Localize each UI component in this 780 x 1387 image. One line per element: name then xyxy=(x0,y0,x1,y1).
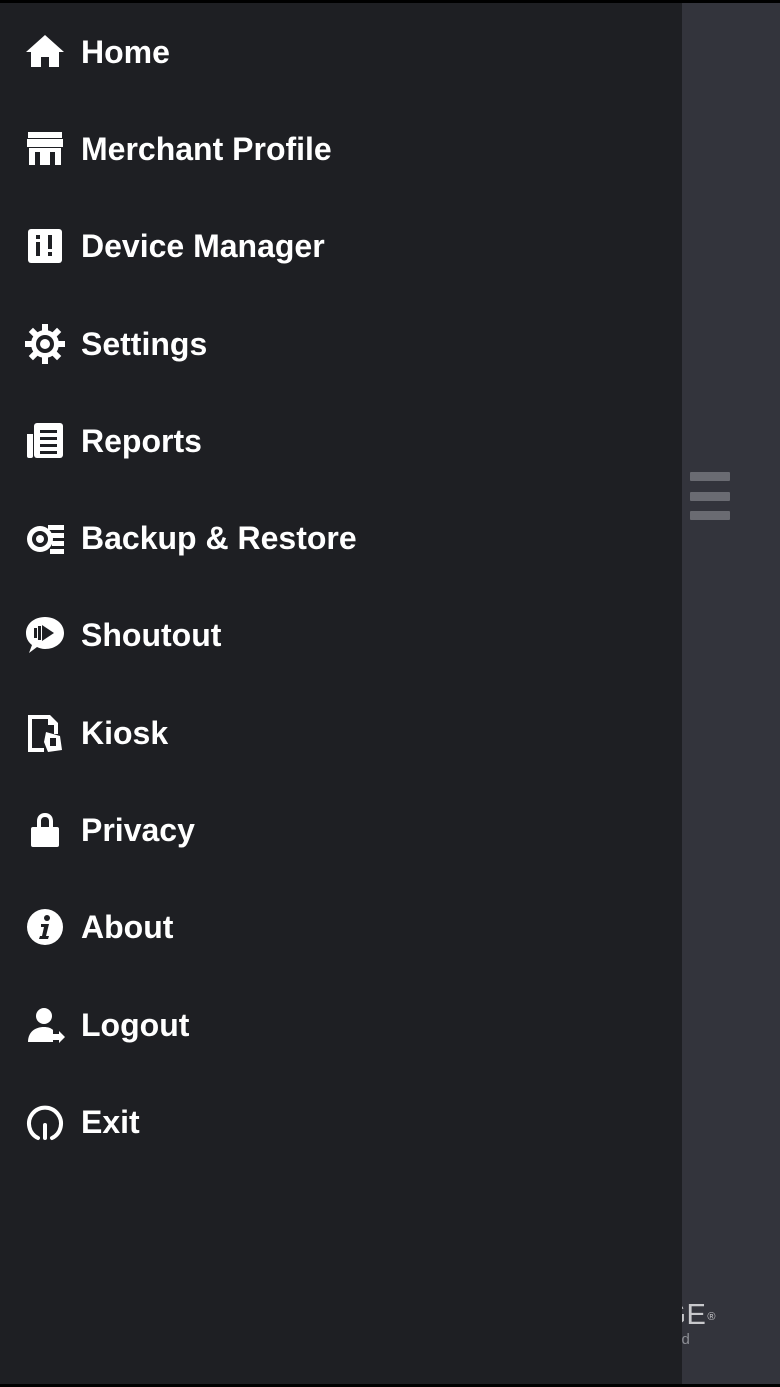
menu-item-about[interactable]: About xyxy=(0,879,682,976)
gear-icon xyxy=(24,323,66,365)
navigation-drawer: Home Merchant Profile Device Manager Set… xyxy=(0,3,682,1384)
menu-item-settings[interactable]: Settings xyxy=(0,295,682,392)
shoutout-icon xyxy=(24,614,66,656)
hamburger-menu-icon[interactable] xyxy=(690,472,730,520)
storefront-icon xyxy=(24,128,66,170)
home-icon xyxy=(24,31,66,73)
menu-item-logout[interactable]: Logout xyxy=(0,976,682,1073)
menu-item-label: Settings xyxy=(81,325,208,362)
menu-item-home[interactable]: Home xyxy=(0,3,682,100)
menu-item-label: Backup & Restore xyxy=(81,520,357,557)
menu-item-privacy[interactable]: Privacy xyxy=(0,781,682,878)
info-icon xyxy=(24,906,66,948)
menu-item-label: Shoutout xyxy=(81,617,222,654)
device-manager-icon xyxy=(24,225,66,267)
menu-item-backup-restore[interactable]: Backup & Restore xyxy=(0,489,682,586)
menu-item-reports[interactable]: Reports xyxy=(0,392,682,489)
menu-item-merchant-profile[interactable]: Merchant Profile xyxy=(0,100,682,197)
menu-item-label: Exit xyxy=(81,1103,140,1140)
logout-icon xyxy=(24,1004,66,1046)
lock-icon xyxy=(24,809,66,851)
menu-item-label: Device Manager xyxy=(81,228,325,265)
backup-icon xyxy=(24,517,66,559)
menu-item-shoutout[interactable]: Shoutout xyxy=(0,587,682,684)
menu-item-exit[interactable]: Exit xyxy=(0,1073,682,1170)
menu-item-label: Home xyxy=(81,33,170,70)
menu-item-label: Kiosk xyxy=(81,714,169,751)
brand-name: DGE® xyxy=(680,1299,716,1331)
menu-item-label: About xyxy=(81,909,174,946)
power-icon xyxy=(24,1101,66,1143)
menu-item-label: Logout xyxy=(81,1006,190,1043)
menu-item-device-manager[interactable]: Device Manager xyxy=(0,198,682,295)
kiosk-icon xyxy=(24,712,66,754)
reports-icon xyxy=(24,420,66,462)
menu-item-label: Privacy xyxy=(81,812,195,849)
menu-item-label: Reports xyxy=(81,422,202,459)
menu-item-label: Merchant Profile xyxy=(81,130,332,167)
drawer-menu: Home Merchant Profile Device Manager Set… xyxy=(0,3,682,1171)
menu-item-kiosk[interactable]: Kiosk xyxy=(0,684,682,781)
brand-logo: DGE® e good xyxy=(680,1297,780,1357)
app-screen: DGE® e good Home Merchant Profile xyxy=(0,0,780,1387)
